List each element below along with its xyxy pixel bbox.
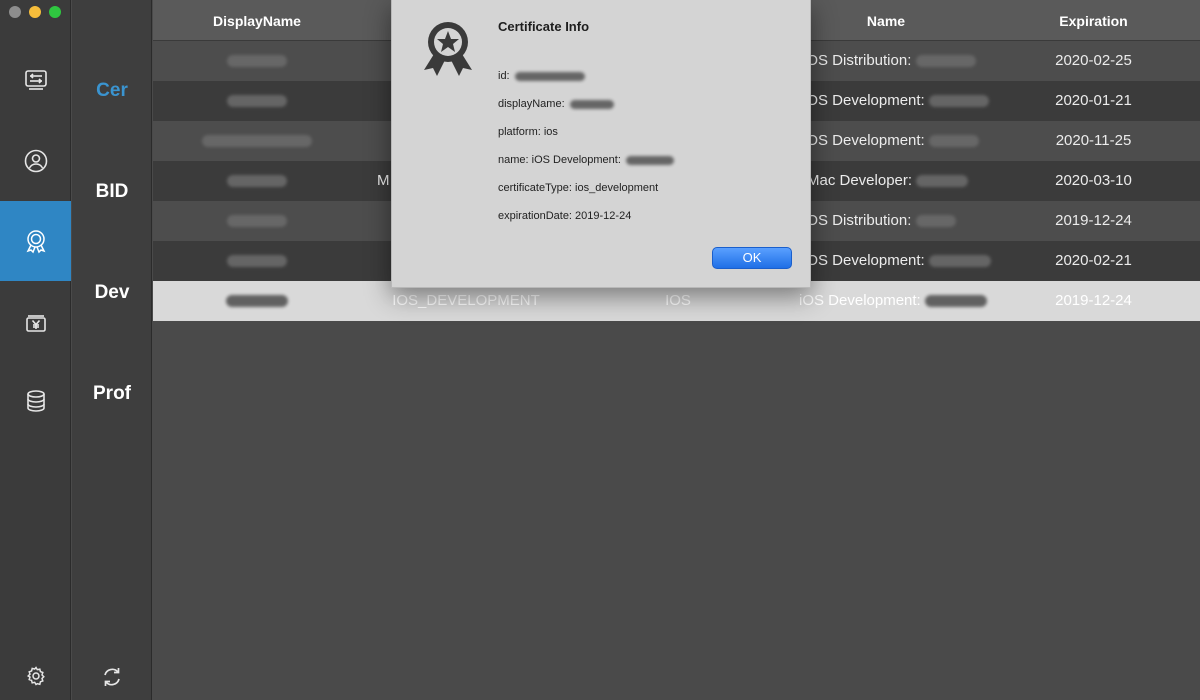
cell-displayname (153, 41, 361, 81)
certificate-award-icon (424, 22, 472, 76)
certificate-badge-icon (26, 230, 45, 254)
redacted-mark (227, 255, 287, 268)
rail-item-payments[interactable] (0, 282, 71, 362)
redacted-mark (924, 295, 987, 308)
cell-displayname (153, 121, 361, 161)
column-header-displayname[interactable]: DisplayName (153, 0, 361, 41)
cell-expiration: 2020-03-10 (1055, 172, 1132, 189)
cell-expiration: 2019-12-24 (1055, 292, 1132, 309)
refresh-icon[interactable] (101, 666, 123, 688)
redacted-mark (928, 135, 979, 148)
minimize-window-button[interactable] (29, 6, 41, 18)
cell-expiration: 2020-11-25 (1055, 132, 1132, 149)
ok-button[interactable]: OK (712, 247, 792, 269)
cell-displayname (153, 281, 361, 321)
cell-expiration: 2020-02-25 (1055, 52, 1132, 69)
redacted-mark (916, 175, 969, 188)
cell-name: iOS Development: (785, 121, 987, 161)
redacted-mark (227, 175, 287, 188)
redacted-mark (514, 71, 585, 81)
window-controls (9, 6, 61, 18)
subnav-item-bid[interactable]: BID (72, 181, 152, 203)
column-header-expiration[interactable]: Expiration (987, 0, 1200, 41)
cell-displayname (153, 201, 361, 241)
cell-name: iOS Development: (785, 81, 989, 121)
cell-name: iOS Distribution: (785, 41, 987, 81)
field-certificate-type: certificateType: ios_development (498, 182, 659, 194)
gear-icon[interactable] (26, 666, 46, 686)
cell-displayname (153, 161, 361, 201)
subnav-item-cer[interactable]: Cer (72, 80, 152, 102)
cell-name: Mac Developer: (785, 161, 987, 201)
cell-expiration: 2019-12-24 (1055, 212, 1132, 229)
rail-item-certificates[interactable] (0, 201, 71, 281)
field-display-name: displayName: (498, 98, 614, 110)
certificate-info-dialog: Certificate Info id: displayName: platfo… (391, 0, 811, 288)
field-id: id: (498, 70, 585, 82)
rail-item-database[interactable] (0, 361, 71, 441)
field-name: name: iOS Development: (498, 154, 674, 166)
app-rail (0, 0, 71, 700)
redacted-mark (227, 95, 287, 108)
redacted-mark (227, 55, 287, 68)
rail-item-list[interactable] (0, 40, 71, 120)
zoom-window-button[interactable] (49, 6, 61, 18)
yen-box-icon (25, 315, 46, 332)
section-nav: Cer BID Dev Prof (72, 0, 152, 700)
cell-name: iOS Development: (785, 281, 987, 321)
redacted-mark (928, 255, 991, 268)
dialog-title: Certificate Info (498, 19, 590, 34)
cell-name: iOS Distribution: (785, 201, 987, 241)
subnav-item-prof[interactable]: Prof (72, 383, 152, 405)
user-circle-icon (24, 149, 47, 173)
database-icon (26, 390, 45, 412)
column-header-name[interactable]: Name (785, 0, 987, 41)
redacted-mark (915, 55, 976, 68)
subnav-item-dev[interactable]: Dev (72, 282, 152, 304)
redacted-mark (226, 295, 288, 308)
cell-displayname (153, 241, 361, 281)
redacted-mark (227, 215, 287, 228)
field-platform: platform: ios (498, 126, 558, 138)
list-sliders-icon (24, 70, 47, 90)
close-window-button[interactable] (9, 6, 21, 18)
redacted-mark (569, 99, 614, 109)
cell-displayname (153, 81, 361, 121)
cell-expiration: 2020-02-21 (1055, 252, 1132, 269)
redacted-mark (625, 155, 674, 165)
cell-type: M (377, 172, 390, 189)
cell-name: iOS Development: (785, 241, 991, 281)
field-expiration-date: expirationDate: 2019-12-24 (498, 210, 632, 222)
redacted-mark (202, 135, 312, 148)
cell-expiration: 2020-01-21 (1055, 92, 1132, 109)
rail-item-account[interactable] (0, 121, 71, 201)
redacted-mark (928, 95, 989, 108)
redacted-mark (915, 215, 956, 228)
